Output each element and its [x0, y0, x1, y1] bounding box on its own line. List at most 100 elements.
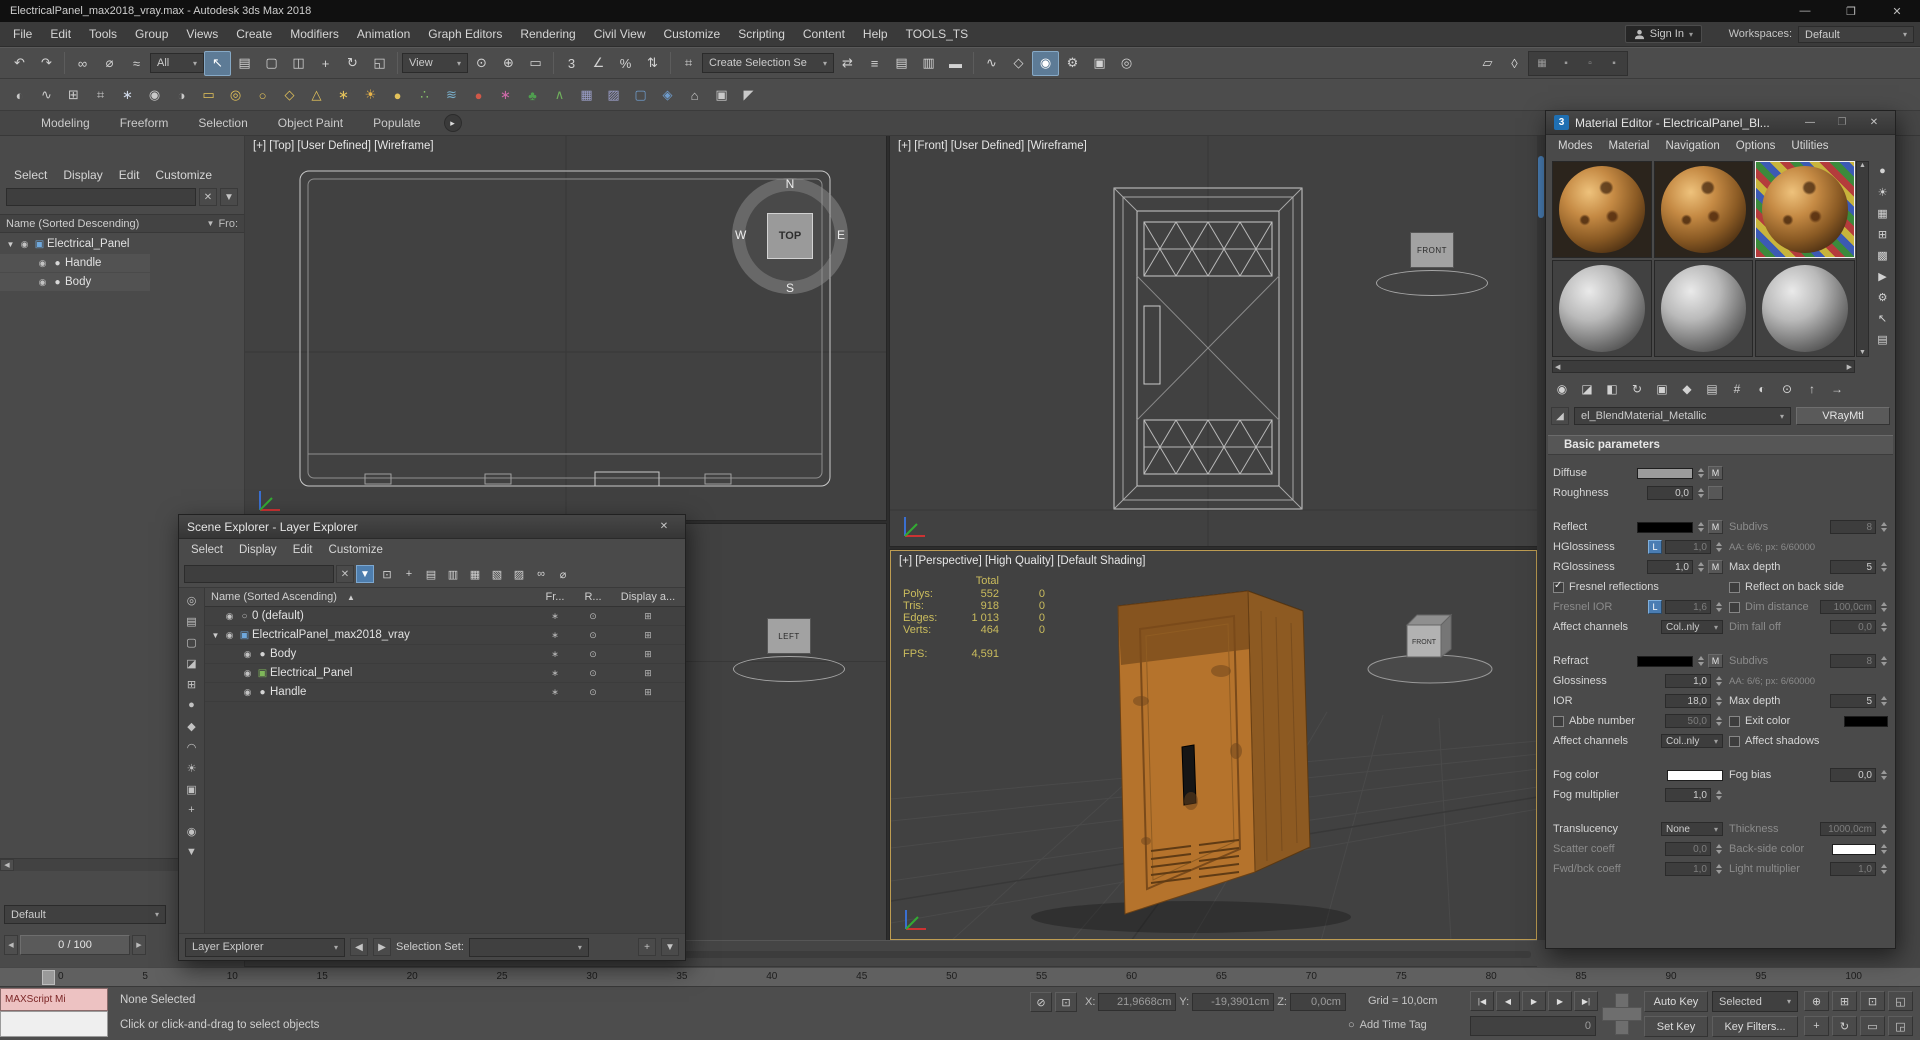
go-to-parent-icon[interactable]: ↑ — [1800, 378, 1824, 399]
viewport-label[interactable]: [+] [Perspective] [High Quality] [Defaul… — [899, 555, 1145, 567]
se-show-all-icon[interactable]: ● — [181, 695, 203, 715]
sample-slot-1[interactable] — [1552, 161, 1652, 258]
scroll-left-icon[interactable]: ◀ — [1555, 363, 1560, 371]
align-icon[interactable]: ≡ — [861, 51, 888, 76]
sample-slots-vertical-scrollbar[interactable]: ▲ ▼ — [1856, 161, 1869, 357]
backlight-icon[interactable]: ☀ — [1872, 182, 1893, 202]
spray-particles-icon[interactable]: ≋ — [438, 83, 465, 108]
filter-icon[interactable]: ▼ — [356, 565, 374, 583]
basic-parameters-rollout[interactable]: Basic parameters — [1548, 435, 1893, 455]
menu-item[interactable]: Edit — [285, 542, 321, 558]
left-grid-helper[interactable]: LEFT — [733, 618, 845, 682]
container-icon[interactable]: ▢ — [627, 83, 654, 108]
se-show-shapes-icon[interactable]: ◠ — [181, 737, 203, 757]
spinner[interactable] — [1696, 520, 1705, 534]
orbit-icon[interactable]: ↻ — [1832, 1016, 1857, 1036]
percent-snap-icon[interactable]: % — [612, 51, 639, 76]
maximize-viewport-icon[interactable]: ◱ — [1888, 991, 1913, 1011]
z-coordinate-field[interactable]: 0,0cm — [1289, 993, 1346, 1011]
spinner[interactable] — [1879, 862, 1888, 876]
menu-item[interactable]: Display — [231, 542, 285, 558]
menu-item[interactable]: Select — [183, 542, 231, 558]
go-to-end-button[interactable]: ▶| — [1574, 991, 1598, 1011]
table-row[interactable]: ● Handle — [205, 683, 685, 702]
time-slider-value[interactable]: 0 / 100 — [20, 935, 130, 955]
menu-item[interactable]: Edit — [41, 24, 80, 44]
fire-effect-icon[interactable]: ● — [465, 83, 492, 108]
set-options-icon[interactable]: ▼ — [661, 938, 679, 956]
filter-icon[interactable]: ▼ — [220, 188, 238, 206]
paint-deform-icon[interactable]: ◉ — [141, 83, 168, 108]
material-name-dropdown[interactable]: el_BlendMaterial_Metallic — [1574, 407, 1791, 425]
render-column-header[interactable]: R... — [575, 591, 611, 603]
toggle-ribbon-icon[interactable]: ▬ — [942, 51, 969, 76]
track-bar-ruler[interactable]: 0 5 10 15 20 25 30 35 40 45 50 55 60 65 70 75 80 85 90 95 10… — [0, 967, 1920, 987]
explorer-menu-item[interactable]: Select — [6, 166, 55, 184]
assign-to-selection-icon[interactable]: ◧ — [1600, 378, 1624, 399]
put-to-library-icon[interactable]: ▤ — [1700, 378, 1724, 399]
table-row[interactable]: ▣ Electrical_Panel — [205, 664, 685, 683]
sample-slot-5[interactable] — [1653, 260, 1754, 357]
scroll-left-icon[interactable]: ◀ — [0, 859, 14, 871]
se-collapse-layers-icon[interactable]: ▨ — [508, 564, 530, 584]
se-select-all-icon[interactable]: ▤ — [181, 611, 203, 631]
circle-shape-icon[interactable]: ○ — [249, 83, 276, 108]
fwd-bck-coeff-field[interactable]: 1,0 — [1665, 862, 1711, 876]
column-headers[interactable]: Name (Sorted Ascending) ▲ Fr... R... Disp… — [205, 588, 685, 607]
add-time-tag[interactable]: ○ Add Time Tag — [1348, 1019, 1427, 1031]
cone-primitive-icon[interactable]: △ — [303, 83, 330, 108]
sample-slots-horizontal-scrollbar[interactable]: ◀ ▶ — [1552, 360, 1855, 373]
diffuse-map-button[interactable]: M — [1708, 466, 1723, 480]
filter-icon[interactable]: ▼ — [207, 219, 215, 228]
material-editor-icon[interactable]: ◉ — [1032, 50, 1059, 76]
maximize-button[interactable]: ❐ — [1829, 114, 1855, 132]
time-ruler-thumb[interactable] — [42, 970, 55, 985]
fetch-icon[interactable]: ▨ — [600, 83, 627, 108]
render-production-icon[interactable]: ◎ — [1113, 51, 1140, 76]
freeze-column-header[interactable]: Fr... — [535, 591, 575, 603]
eye-icon[interactable] — [35, 257, 50, 269]
mirror-brush-icon[interactable]: ◑ — [168, 83, 195, 108]
reflect-map-button[interactable]: M — [1708, 520, 1723, 534]
fresnel-ior-lock-button[interactable]: L — [1648, 600, 1662, 614]
spinner-snap-icon[interactable]: ⇅ — [639, 51, 666, 76]
menu-item[interactable]: Views — [177, 24, 227, 44]
refract-subdivs-field[interactable]: 8 — [1830, 654, 1876, 668]
render-cell-icon[interactable] — [575, 630, 611, 641]
spinner[interactable] — [1714, 694, 1723, 708]
close-button[interactable]: ✕ — [1874, 0, 1920, 22]
fog-color-swatch[interactable] — [1667, 769, 1723, 781]
glossiness-field[interactable]: 1,0 — [1665, 674, 1711, 688]
selection-set-dropdown[interactable] — [468, 937, 589, 957]
exit-color-checkbox[interactable] — [1729, 715, 1740, 727]
close-button[interactable]: ✕ — [651, 518, 677, 536]
affect-channels-dropdown[interactable]: Col..nly — [1661, 734, 1723, 748]
se-select-none-icon[interactable]: ▢ — [181, 632, 203, 652]
affect-shadows-checkbox[interactable] — [1729, 735, 1740, 747]
clear-search-icon[interactable]: ✕ — [336, 565, 354, 583]
light-multiplier-field[interactable]: 1,0 — [1830, 862, 1876, 876]
eye-icon[interactable] — [240, 648, 255, 660]
fog-multiplier-field[interactable]: 1,0 — [1665, 788, 1711, 802]
camera-create-icon[interactable]: ▣ — [708, 83, 735, 108]
edit-named-selection-sets-icon[interactable]: ⌗ — [675, 51, 702, 76]
spinner[interactable] — [1714, 714, 1723, 728]
grid-helper-icon[interactable]: ⊞ — [60, 83, 87, 108]
menu-item[interactable]: Help — [854, 24, 897, 44]
viewport-top[interactable]: [+] [Top] [User Defined] [Wireframe] N E — [244, 135, 887, 521]
next-frame-button[interactable]: ▶ — [132, 935, 146, 955]
spinner[interactable] — [1879, 600, 1888, 614]
sample-slot-2[interactable] — [1653, 161, 1754, 258]
tree-row[interactable]: ● Handle — [0, 254, 150, 272]
fog-bias-field[interactable]: 0,0 — [1830, 768, 1876, 782]
minimize-button[interactable]: — — [1782, 0, 1828, 22]
dim-fall-off-field[interactable]: 0,0 — [1830, 620, 1876, 634]
exit-color-swatch[interactable] — [1844, 715, 1888, 727]
reference-coordinate-dropdown[interactable]: View — [402, 53, 468, 73]
pan-icon[interactable]: + — [1804, 1016, 1829, 1036]
view-compass[interactable]: N E S W TOP — [732, 177, 848, 295]
selection-filter-dropdown[interactable]: All — [150, 53, 204, 73]
dim-distance-field[interactable]: 100,0cm — [1820, 600, 1876, 614]
close-button[interactable]: ✕ — [1861, 114, 1887, 132]
front-grid-helper[interactable]: FRONT — [1376, 232, 1488, 296]
